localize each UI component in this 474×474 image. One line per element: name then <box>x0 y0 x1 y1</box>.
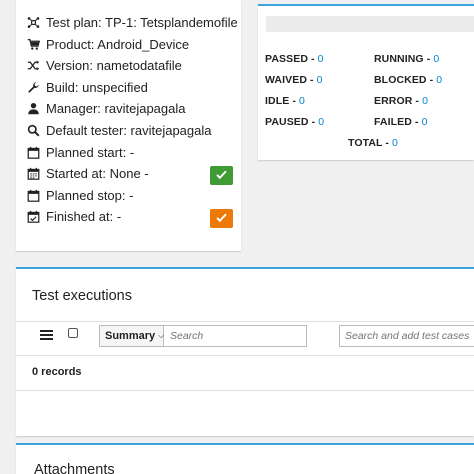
manager-row[interactable]: Manager: ravitejapagala <box>24 98 185 118</box>
user-icon <box>24 102 42 115</box>
attachments-card: Attachments <box>16 443 474 474</box>
calendar-icon <box>24 146 42 159</box>
product-label: Product: Android_Device <box>46 36 190 52</box>
records-divider <box>16 355 474 356</box>
status-idle[interactable]: IDLE - 0 <box>265 95 305 107</box>
default-tester-label: Default tester: ravitejapagala <box>46 122 212 138</box>
filter-field-select[interactable]: Summary ⌵ <box>99 325 164 347</box>
status-waived[interactable]: WAIVED - 0 <box>265 74 323 86</box>
version-row[interactable]: Version: nametodatafile <box>24 55 182 75</box>
calendar-grid-icon <box>24 167 42 180</box>
planned-stop-label: Planned stop: - <box>46 187 134 203</box>
test-executions-title: Test executions <box>32 288 132 304</box>
random-icon <box>24 59 42 72</box>
calendar-check-icon <box>24 210 42 223</box>
start-run-button[interactable] <box>210 166 233 185</box>
started-at-label: Started at: None - <box>46 165 149 181</box>
search-icon <box>24 124 42 137</box>
shopping-cart-icon <box>24 38 42 51</box>
check-icon <box>215 168 228 184</box>
finish-run-button[interactable] <box>210 209 233 228</box>
test-run-info-card: Test plan: TP-1: Tetsplandemofile Produc… <box>16 0 241 251</box>
wrench-icon <box>24 81 42 94</box>
attachments-title: Attachments <box>34 462 115 474</box>
status-total: TOTAL - 0 <box>348 137 398 149</box>
select-all-checkbox[interactable] <box>68 328 78 338</box>
calendar-icon <box>24 189 42 202</box>
started-at-row: Started at: None - <box>24 163 149 183</box>
planned-start-label: Planned start: - <box>46 144 135 160</box>
build-row[interactable]: Build: unspecified <box>24 77 148 97</box>
status-running[interactable]: RUNNING - 0 <box>374 53 439 65</box>
product-row[interactable]: Product: Android_Device <box>24 34 189 54</box>
progress-bar <box>266 16 474 32</box>
status-failed[interactable]: FAILED - 0 <box>374 116 428 128</box>
add-test-cases-input[interactable] <box>339 325 474 347</box>
status-passed[interactable]: PASSED - 0 <box>265 53 324 65</box>
test-plan-label: Test plan: TP-1: Tetsplandemofile <box>46 14 238 30</box>
planned-stop-row: Planned stop: - <box>24 185 133 205</box>
manager-label: Manager: ravitejapagala <box>46 100 186 116</box>
version-label: Version: nametodatafile <box>46 57 182 73</box>
check-icon <box>215 211 228 227</box>
records-count: 0 records <box>32 366 82 378</box>
status-blocked[interactable]: BLOCKED - 0 <box>374 74 442 86</box>
default-tester-row[interactable]: Default tester: ravitejapagala <box>24 120 211 140</box>
test-plan-row[interactable]: Test plan: TP-1: Tetsplandemofile <box>24 12 238 32</box>
status-summary-card: PASSED - 0 RUNNING - 0 WAIVED - 0 BLOCKE… <box>258 4 474 160</box>
toolbar-divider <box>16 321 474 322</box>
planned-start-row: Planned start: - <box>24 142 134 162</box>
build-label: Build: unspecified <box>46 79 148 95</box>
filter-field-label: Summary <box>105 330 156 342</box>
finished-at-row: Finished at: - <box>24 206 121 226</box>
sitemap-icon <box>24 16 42 29</box>
list-divider <box>16 390 474 391</box>
filter-search-input[interactable] <box>164 325 307 347</box>
test-executions-card: Test executions Summary ⌵ 0 records <box>16 267 474 436</box>
status-paused[interactable]: PAUSED - 0 <box>265 116 324 128</box>
finished-at-label: Finished at: - <box>46 208 122 224</box>
menu-icon[interactable] <box>40 330 53 340</box>
status-error[interactable]: ERROR - 0 <box>374 95 428 107</box>
